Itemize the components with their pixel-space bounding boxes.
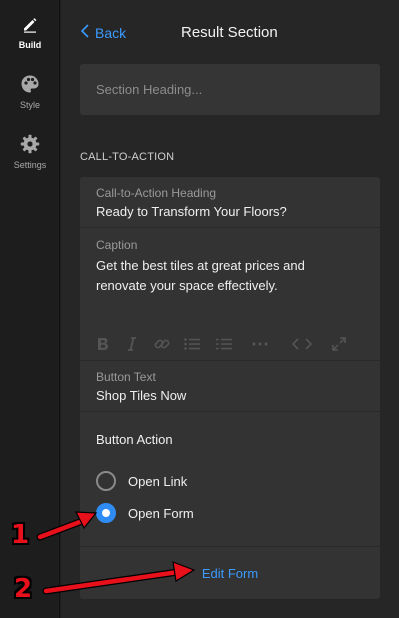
rail-item-build[interactable]: Build <box>0 13 60 50</box>
rich-text-toolbar <box>80 327 380 361</box>
cta-heading-field[interactable]: Call-to-Action Heading Ready to Transfor… <box>80 177 380 228</box>
radio-label: Open Link <box>128 473 188 489</box>
field-value: Get the best tiles at great prices and r… <box>96 258 305 293</box>
rail-label: Build <box>18 40 42 50</box>
button-text-field[interactable]: Button Text Shop Tiles Now <box>80 361 380 412</box>
radio-open-link[interactable]: Open Link <box>96 471 187 491</box>
cta-card: Call-to-Action Heading Ready to Transfor… <box>80 177 380 599</box>
editor-panel: Back Result Section Section Heading... C… <box>61 0 399 618</box>
more-icon[interactable] <box>240 334 280 354</box>
field-value: Shop Tiles Now <box>96 388 187 403</box>
rail-item-style[interactable]: Style <box>0 73 60 110</box>
panel-header: Back Result Section <box>61 0 399 64</box>
button-action-label: Button Action <box>96 432 173 447</box>
annotation-marker-1: 1 <box>11 520 30 550</box>
rail-label: Style <box>19 100 40 110</box>
page-title: Result Section <box>181 24 278 41</box>
field-label: Button Text <box>96 370 156 384</box>
section-label: CALL-TO-ACTION <box>80 151 175 163</box>
annotation-marker-2: 2 <box>14 574 33 604</box>
radio-open-form[interactable]: Open Form <box>96 503 194 523</box>
gear-icon <box>19 133 41 155</box>
radio-circle-selected[interactable] <box>96 503 116 523</box>
rail-label: Settings <box>13 160 47 170</box>
field-value: Ready to Transform Your Floors? <box>96 204 287 219</box>
back-button[interactable]: Back <box>80 24 127 41</box>
chevron-left-icon <box>80 24 95 41</box>
pen-icon <box>19 13 41 35</box>
bold-icon[interactable] <box>90 334 116 354</box>
field-label: Call-to-Action Heading <box>96 186 217 200</box>
left-rail: Build Style Settings <box>0 0 60 618</box>
rail-item-settings[interactable]: Settings <box>0 133 60 170</box>
radio-circle[interactable] <box>96 471 116 491</box>
italic-icon[interactable] <box>116 334 148 354</box>
link-icon[interactable] <box>148 334 176 354</box>
field-label: Caption <box>96 238 138 252</box>
back-label: Back <box>95 24 127 41</box>
palette-icon <box>19 73 41 95</box>
section-heading-input[interactable]: Section Heading... <box>80 64 380 115</box>
edit-form-button[interactable]: Edit Form <box>80 547 380 599</box>
numbered-list-icon[interactable] <box>208 334 240 354</box>
radio-label: Open Form <box>128 505 194 521</box>
bullet-list-icon[interactable] <box>176 334 208 354</box>
code-icon[interactable] <box>280 334 324 354</box>
expand-icon[interactable] <box>324 334 354 354</box>
